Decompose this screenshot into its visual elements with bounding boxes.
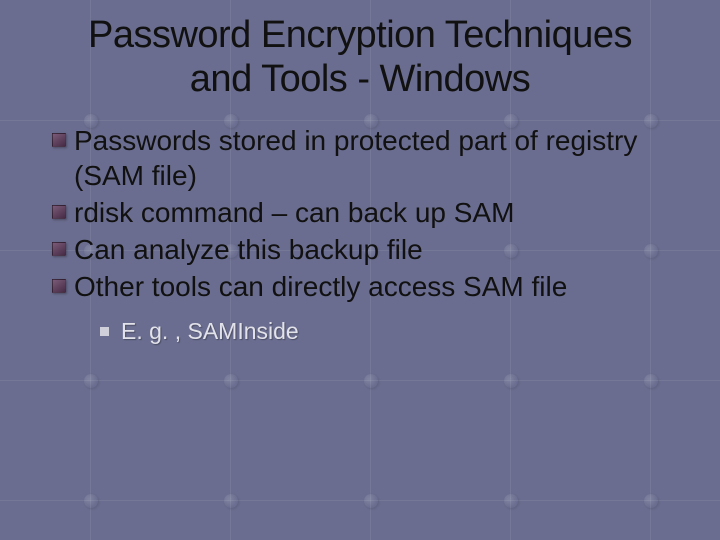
slide: Password Encryption Techniques and Tools… [0, 0, 720, 540]
sub-bullet-icon [100, 327, 109, 336]
bullet-text: rdisk command – can back up SAM [74, 195, 514, 230]
list-item: Passwords stored in protected part of re… [52, 123, 692, 193]
slide-body: Passwords stored in protected part of re… [0, 101, 720, 345]
list-item: E. g. , SAMInside [100, 318, 692, 345]
title-line-1: Password Encryption Techniques [88, 14, 632, 56]
bullet-text: Other tools can directly access SAM file [74, 269, 567, 304]
bullet-text: Passwords stored in protected part of re… [74, 123, 692, 193]
bullet-icon [52, 242, 66, 256]
title-line-2: and Tools - Windows [190, 58, 530, 100]
list-item: Other tools can directly access SAM file [52, 269, 692, 304]
list-item: rdisk command – can back up SAM [52, 195, 692, 230]
bullet-text: Can analyze this backup file [74, 232, 423, 267]
bullet-icon [52, 205, 66, 219]
list-item: Can analyze this backup file [52, 232, 692, 267]
bullet-icon [52, 279, 66, 293]
sub-bullet-text: E. g. , SAMInside [121, 318, 299, 345]
slide-title: Password Encryption Techniques and Tools… [0, 0, 720, 101]
bullet-icon [52, 133, 66, 147]
